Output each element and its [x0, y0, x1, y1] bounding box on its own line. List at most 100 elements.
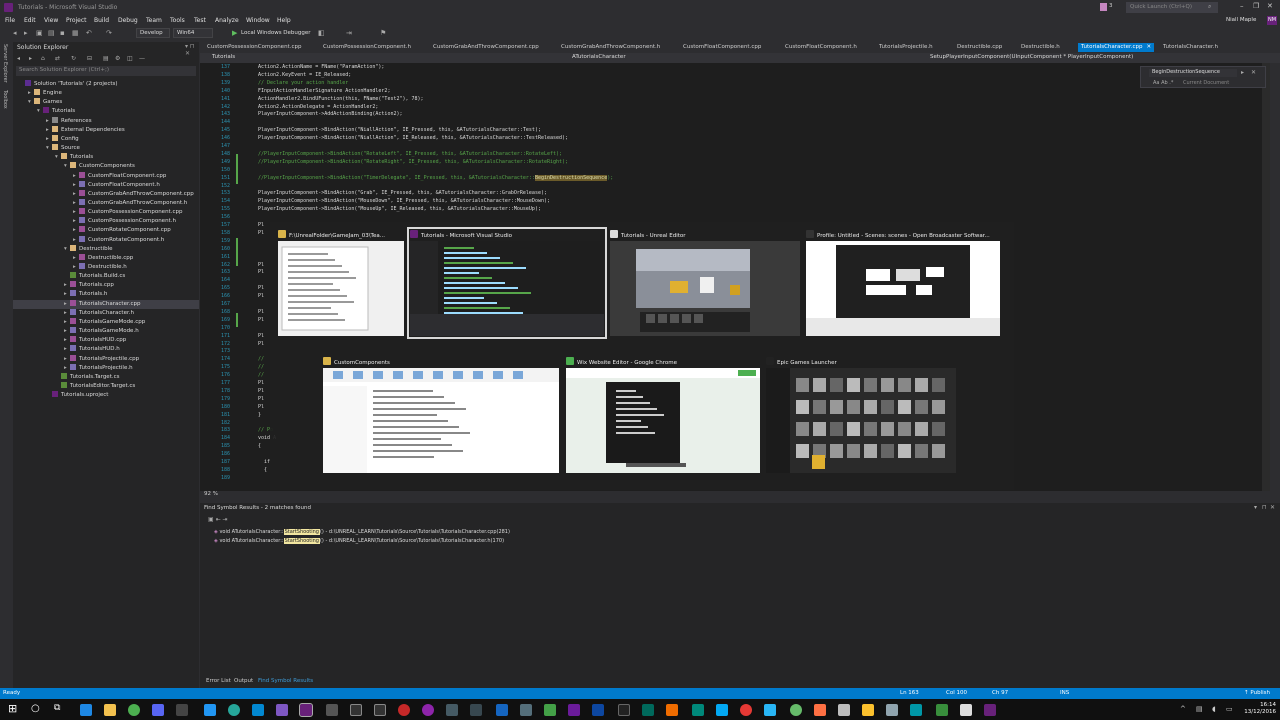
bookmark-icon[interactable]: ⚑: [380, 29, 386, 37]
app-icon-10[interactable]: [422, 704, 434, 716]
find-result-row[interactable]: ◈ void ATutorialsCharacter::StartShootin…: [214, 529, 510, 535]
back-icon[interactable]: ◂: [17, 55, 20, 62]
panel-close-icon[interactable]: ✕: [1270, 504, 1275, 511]
app-icon-24[interactable]: [790, 704, 802, 716]
tree-item[interactable]: ▸ Destructible.cpp: [13, 253, 199, 263]
tree-item[interactable]: ▸ TutorialsProjectile.h: [13, 363, 199, 373]
forward-icon[interactable]: ▸: [24, 29, 28, 37]
tree-item[interactable]: ▸ Tutorials.cpp: [13, 281, 199, 290]
app-icon-11[interactable]: [446, 704, 458, 716]
app-icon-4[interactable]: [228, 704, 240, 716]
start-debugging-button[interactable]: Local Windows Debugger: [241, 30, 311, 36]
visual-studio-active-icon[interactable]: [984, 704, 996, 716]
menu-help[interactable]: Help: [277, 17, 291, 24]
tab-error-list[interactable]: Error List: [206, 678, 231, 684]
tree-item[interactable]: ▾ Games: [13, 98, 199, 107]
redo-icon[interactable]: ↷: [106, 29, 112, 37]
forward-icon[interactable]: ▸: [29, 55, 32, 62]
doc-tab[interactable]: Destructible.cpp: [954, 43, 1005, 52]
app-icon-29[interactable]: [910, 704, 922, 716]
refresh-icon[interactable]: ↻: [71, 55, 76, 62]
menu-tools[interactable]: Tools: [170, 17, 185, 24]
app-icon-2[interactable]: [176, 704, 188, 716]
app-icon-20[interactable]: [666, 704, 678, 716]
menu-view[interactable]: View: [44, 17, 58, 24]
app-icon-9[interactable]: [398, 704, 410, 716]
tree-item[interactable]: ▸ TutorialsHUD.h: [13, 345, 199, 354]
app-icon-28[interactable]: [886, 704, 898, 716]
chrome-icon[interactable]: [128, 704, 140, 716]
find-input[interactable]: BeginDestructionSequence: [1149, 69, 1237, 77]
menu-test[interactable]: Test: [194, 17, 206, 24]
project-dropdown[interactable]: Tutorials: [212, 54, 235, 60]
doc-tab[interactable]: TutorialsCharacter.cpp ✕: [1078, 43, 1155, 52]
close-tab-icon[interactable]: ✕: [1147, 44, 1152, 50]
find-scope-dropdown[interactable]: Current Document: [1183, 80, 1229, 86]
menu-project[interactable]: Project: [66, 17, 87, 24]
tree-item[interactable]: ▸ CustomGrabAndThrowComponent.cpp: [13, 189, 199, 199]
clear-results-icon[interactable]: ▣: [208, 516, 214, 523]
panel-menu-icon[interactable]: ▾: [1254, 504, 1257, 511]
scope-dropdown[interactable]: ATutorialsCharacter: [572, 54, 626, 60]
language-icon[interactable]: ▭: [1226, 705, 1233, 713]
notification-flag-icon[interactable]: [1100, 3, 1107, 11]
solution-explorer-search-input[interactable]: Search Solution Explorer (Ctrl+;): [16, 66, 196, 76]
app-icon-25[interactable]: [814, 704, 826, 716]
doc-tab[interactable]: TutorialsCharacter.h: [1160, 43, 1221, 52]
tree-item[interactable]: ▸ TutorialsProjectile.cpp: [13, 354, 199, 364]
editor-scrollbar[interactable]: [1262, 63, 1270, 491]
tree-item[interactable]: ▸ CustomFloatComponent.cpp: [13, 171, 199, 181]
menu-edit[interactable]: Edit: [24, 17, 36, 24]
task-switcher-window[interactable]: Wix Website Editor - Google Chrome: [566, 357, 760, 473]
home-icon[interactable]: ⌂: [41, 55, 45, 62]
close-icon[interactable]: ✕: [1267, 2, 1273, 10]
avatar[interactable]: NM: [1267, 16, 1277, 25]
new-project-icon[interactable]: ▣: [36, 29, 43, 37]
step-icon[interactable]: ⇥: [346, 29, 352, 37]
save-icon[interactable]: ▪: [60, 29, 65, 37]
task-switcher-window[interactable]: Profile: Untitled - Scenes: scenes - Ope…: [806, 230, 1000, 336]
network-icon[interactable]: ▤: [1196, 705, 1203, 713]
tree-item[interactable]: TutorialsEditor.Target.cs: [13, 381, 199, 391]
user-name[interactable]: Niall Maple: [1226, 17, 1256, 23]
find-close-icon[interactable]: ✕: [1251, 69, 1256, 76]
show-all-files-icon[interactable]: ▤: [103, 55, 109, 62]
undo-icon[interactable]: ↶: [86, 29, 92, 37]
tree-item[interactable]: ▾ Tutorials: [13, 153, 199, 162]
tab-find-symbol-results[interactable]: Find Symbol Results: [258, 678, 313, 684]
find-result-row[interactable]: ◈ void ATutorialsCharacter::StartShootin…: [214, 538, 504, 544]
task-switcher-window[interactable]: Tutorials - Unreal Editor: [610, 230, 800, 336]
back-icon[interactable]: ◂: [13, 29, 17, 37]
tree-item[interactable]: ▸ TutorialsHUD.cpp: [13, 336, 199, 345]
task-switcher-window[interactable]: CustomComponents: [323, 357, 559, 473]
menu-debug[interactable]: Debug: [118, 17, 138, 24]
tree-item[interactable]: ▸ CustomPossessionComponent.h: [13, 217, 199, 226]
app-icon-15[interactable]: [544, 704, 556, 716]
tree-item[interactable]: ▸ TutorialsGameMode.h: [13, 327, 199, 336]
task-view-icon[interactable]: ⧉: [54, 703, 60, 713]
tree-item[interactable]: ▸ External Dependencies: [13, 125, 199, 135]
tree-item[interactable]: Solution 'Tutorials' (2 projects): [13, 80, 199, 89]
tray-expand-icon[interactable]: ^: [1180, 705, 1186, 713]
panel-pin-icon[interactable]: ⊓: [1262, 504, 1267, 511]
sync-icon[interactable]: ⇄: [55, 55, 60, 62]
maximize-icon[interactable]: ❐: [1253, 2, 1259, 10]
tree-item[interactable]: Tutorials.Build.cs: [13, 272, 199, 281]
app-icon-27[interactable]: [862, 704, 874, 716]
app-icon-30[interactable]: [936, 704, 948, 716]
minimize-icon[interactable]: –: [1240, 2, 1244, 10]
app-icon-13[interactable]: [496, 704, 508, 716]
app-icon-18[interactable]: [618, 704, 630, 716]
doc-tab[interactable]: CustomGrabAndThrowComponent.cpp: [430, 43, 542, 52]
tree-item[interactable]: ▸ Tutorials.h: [13, 290, 199, 299]
doc-tab[interactable]: CustomGrabAndThrowComponent.h: [558, 43, 663, 52]
minus-icon[interactable]: —: [139, 55, 145, 62]
tree-item[interactable]: ▸ CustomPossessionComponent.cpp: [13, 208, 199, 217]
menu-window[interactable]: Window: [246, 17, 270, 24]
app-icon-17[interactable]: [592, 704, 604, 716]
app-icon-16[interactable]: [568, 704, 580, 716]
go-to-previous-icon[interactable]: ⇤: [216, 516, 221, 523]
doc-tab[interactable]: CustomPossessionComponent.cpp: [204, 43, 304, 52]
cortana-search-icon[interactable]: ○: [31, 703, 40, 714]
properties-icon[interactable]: ⚙: [115, 55, 120, 62]
